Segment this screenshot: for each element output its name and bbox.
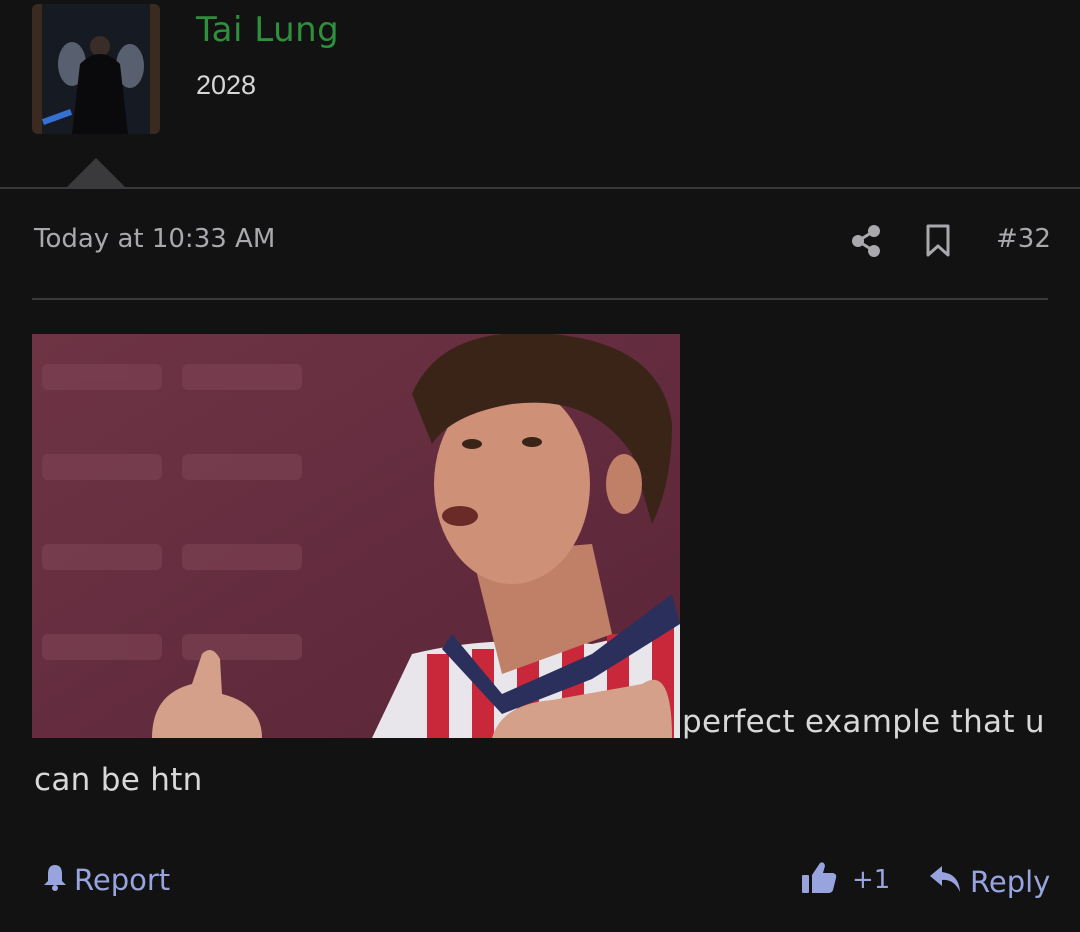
report-button[interactable]: Report (40, 860, 170, 900)
avatar[interactable] (32, 4, 160, 134)
report-label: Report (74, 863, 171, 897)
like-button[interactable]: +1 (800, 860, 890, 900)
reply-arrow-icon (928, 864, 962, 901)
message-text: perfect example that u (682, 704, 1045, 740)
bookmark-icon[interactable] (924, 224, 952, 258)
like-count: +1 (852, 865, 891, 895)
post-timestamp[interactable]: Today at 10:33 AM (34, 224, 275, 254)
pointer-arrow (66, 158, 126, 188)
message-text-continued: can be htn (34, 762, 203, 798)
embedded-gif[interactable] (32, 334, 680, 738)
forum-post: Tai Lung 2028 Today at 10:33 AM #32 perf… (0, 0, 1080, 932)
username[interactable]: Tai Lung (196, 10, 339, 50)
post-number-link[interactable]: #32 (996, 224, 1051, 254)
divider (0, 187, 1080, 189)
reply-label: Reply (970, 865, 1051, 899)
reply-button[interactable]: Reply (928, 862, 1050, 902)
bell-icon (40, 862, 70, 899)
user-title: 2028 (196, 70, 257, 100)
divider (32, 298, 1048, 300)
share-icon[interactable] (850, 224, 882, 258)
thumbs-up-icon (800, 859, 838, 902)
